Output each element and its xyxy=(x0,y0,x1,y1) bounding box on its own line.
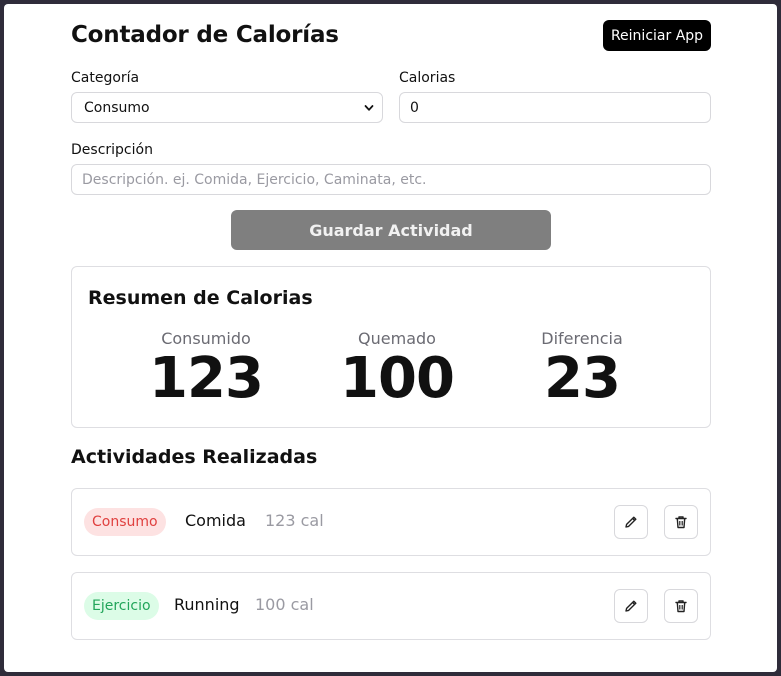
activity-calories: 100 cal xyxy=(255,595,314,614)
page-title: Contador de Calorías xyxy=(71,22,339,48)
edit-button[interactable] xyxy=(614,505,648,539)
stat-value: 100 xyxy=(340,346,455,411)
trash-icon xyxy=(675,600,687,613)
category-select[interactable]: Consumo xyxy=(71,92,383,123)
app-window: Contador de Calorías Reiniciar App Categ… xyxy=(4,4,777,672)
delete-button[interactable] xyxy=(664,589,698,623)
edit-button[interactable] xyxy=(614,589,648,623)
category-selected-value: Consumo xyxy=(84,99,150,116)
activity-item: Ejercicio Running 100 cal xyxy=(71,572,711,640)
description-label: Descripción xyxy=(71,142,153,158)
trash-icon xyxy=(675,516,687,529)
pencil-icon xyxy=(625,516,637,528)
stat-burned: Quemado 100 xyxy=(327,329,467,410)
activities-title: Actividades Realizadas xyxy=(71,446,318,468)
save-activity-button[interactable]: Guardar Actividad xyxy=(231,210,551,250)
calorie-summary-card: Resumen de Calorias Consumido 123 Quemad… xyxy=(71,266,711,428)
calories-label: Calorias xyxy=(399,70,456,86)
stat-consumed: Consumido 123 xyxy=(136,329,276,410)
activity-calories: 123 cal xyxy=(265,511,324,530)
summary-title: Resumen de Calorias xyxy=(88,287,313,309)
stat-difference: Diferencia 23 xyxy=(512,329,652,410)
header: Contador de Calorías Reiniciar App xyxy=(71,20,711,56)
chevron-down-icon xyxy=(364,104,374,111)
pencil-icon xyxy=(625,600,637,612)
activity-name: Running xyxy=(174,595,240,614)
reset-app-button[interactable]: Reiniciar App xyxy=(603,20,711,51)
category-badge: Consumo xyxy=(84,508,166,536)
calories-input[interactable] xyxy=(399,92,711,123)
stat-value: 23 xyxy=(544,346,621,411)
activity-item: Consumo Comida 123 cal xyxy=(71,488,711,556)
delete-button[interactable] xyxy=(664,505,698,539)
category-label: Categoría xyxy=(71,70,140,86)
description-input[interactable] xyxy=(71,164,711,195)
activity-name: Comida xyxy=(185,511,246,530)
stat-value: 123 xyxy=(149,346,264,411)
category-badge: Ejercicio xyxy=(84,592,159,620)
